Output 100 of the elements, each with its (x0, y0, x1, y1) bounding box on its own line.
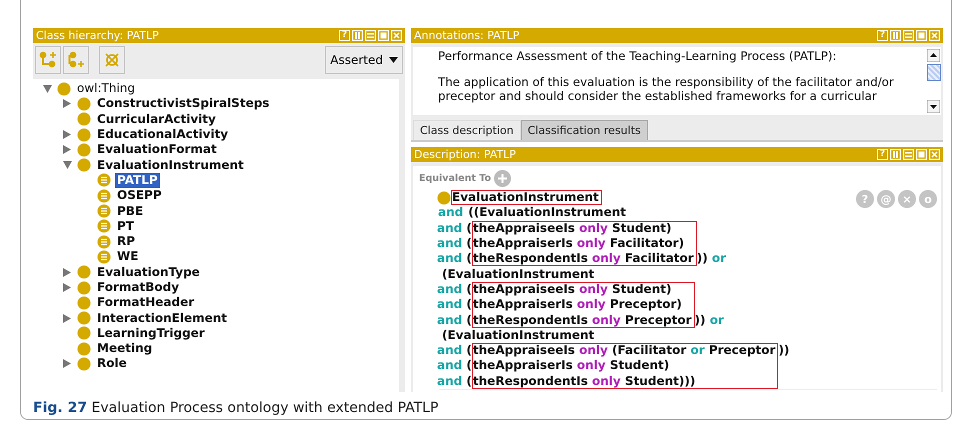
expanded-arrow-icon[interactable] (62, 161, 72, 170)
caret-icon (389, 57, 398, 63)
expression-text: (EvaluationInstrument (442, 266, 594, 282)
expression-text: )) or (694, 312, 724, 328)
delete-class-button[interactable] (99, 46, 125, 74)
expression-text: theRespondentIs only Student))) (472, 374, 696, 389)
tree-item[interactable]: OSEPP (115, 188, 164, 204)
tab[interactable]: Classification results (520, 120, 648, 140)
tree-item[interactable]: owl:Thing (75, 81, 138, 96)
minimize-icon[interactable] (903, 149, 914, 160)
scroll-down-icon[interactable] (927, 100, 940, 113)
class-icon (77, 158, 91, 172)
collapsed-arrow-icon[interactable] (63, 359, 71, 368)
crossed-node-icon (103, 51, 121, 69)
maximize-icon[interactable] (378, 30, 389, 41)
class-icon (77, 112, 91, 126)
defined-class-icon (97, 250, 111, 264)
class-icon (77, 142, 91, 157)
tree-item[interactable]: PATLP (115, 172, 160, 188)
expression-text: and ( (437, 297, 472, 312)
split-view-icon[interactable] (890, 149, 901, 160)
tree-item[interactable]: PBE (115, 204, 146, 219)
collapsed-arrow-icon[interactable] (63, 99, 71, 108)
tree-item[interactable]: EvaluationType (95, 264, 202, 280)
expression-text: theAppraiserIs only Preceptor) (472, 297, 682, 312)
minimize-icon[interactable] (903, 30, 914, 41)
expression-text: and (437, 205, 464, 220)
class-icon (77, 96, 91, 111)
panel-title: Class hierarchy: PATLP (36, 29, 160, 42)
collapsed-arrow-icon[interactable] (63, 268, 71, 277)
expression-text: and ( (437, 251, 472, 266)
close-icon[interactable] (391, 30, 402, 41)
tree-item[interactable]: EvaluationInstrument (95, 158, 246, 173)
scroll-thumb[interactable] (926, 64, 940, 81)
tab[interactable]: Class description (413, 120, 521, 140)
tree-item[interactable]: LearningTrigger (95, 326, 207, 341)
expression-text: EvaluationInstrument (452, 190, 599, 206)
collapsed-arrow-icon[interactable] (63, 145, 71, 154)
tree-item[interactable]: FormatBody (95, 280, 182, 295)
expression-text: theAppraiserIs only Student) (472, 358, 670, 374)
expression-text: and ( (437, 312, 472, 328)
close-icon[interactable] (929, 30, 940, 41)
split-view-icon[interactable] (352, 30, 363, 41)
tree-item[interactable]: CurricularActivity (95, 112, 218, 127)
expression-text: (EvaluationInstrument (442, 328, 594, 343)
collapsed-arrow-icon[interactable] (63, 283, 71, 292)
tree-item[interactable]: FormatHeader (95, 295, 196, 310)
annotation-text: The application of this evaluation is the responsibility of the facilitator and/or (438, 75, 895, 89)
expression-text: and ( (437, 358, 472, 374)
figure-caption: Fig. 27 Evaluation Process ontology with extended PATLP (33, 400, 440, 416)
expression-text: theAppraiserIs only Facilitator) (472, 236, 684, 252)
class-icon (77, 326, 91, 340)
node-pair-icon (67, 51, 85, 69)
panel-title: Annotations: PATLP (414, 29, 520, 42)
view-mode-dropdown[interactable]: Asserted (325, 46, 403, 74)
close-icon[interactable] (929, 149, 940, 160)
tree-item[interactable]: WE (115, 249, 140, 264)
tree-item[interactable]: EducationalActivity (95, 127, 230, 142)
add-icon[interactable] (494, 170, 511, 187)
defined-class-icon (97, 204, 111, 218)
expression-text: and ( (437, 374, 472, 389)
expression-text: and ( (437, 343, 472, 358)
expression-text: theAppraiseeIs only Student) (472, 220, 672, 236)
expression-text: and ( (437, 220, 472, 236)
class-icon (77, 296, 91, 310)
tree-item[interactable]: Role (95, 356, 129, 372)
expression-text: )) (778, 343, 790, 358)
add-sibling-button[interactable] (63, 46, 89, 74)
class-icon (77, 128, 91, 142)
scroll-up-icon[interactable] (927, 49, 940, 62)
split-view-icon[interactable] (890, 30, 901, 41)
tree-item[interactable]: PT (115, 218, 136, 234)
class-icon (77, 356, 91, 371)
class-icon (77, 280, 91, 294)
tree-item[interactable]: InteractionElement (95, 310, 230, 326)
tree-item[interactable]: Meeting (95, 341, 154, 356)
expression-text: theRespondentIs only Facilitator (472, 251, 694, 266)
class-icon (77, 342, 91, 356)
minimize-icon[interactable] (365, 30, 376, 41)
tree-item[interactable]: ConstructivistSpiralSteps (95, 96, 272, 112)
defined-class-icon (97, 234, 111, 249)
section-label: Equivalent To (419, 173, 491, 184)
scrollbar[interactable] (926, 47, 941, 115)
collapsed-arrow-icon[interactable] (63, 130, 71, 140)
maximize-icon[interactable] (916, 30, 927, 41)
tree-item[interactable]: RP (115, 234, 138, 250)
class-icon (77, 311, 91, 326)
tree-item[interactable]: EvaluationFormat (95, 142, 219, 158)
maximize-icon[interactable] (916, 149, 927, 160)
collapsed-arrow-icon[interactable] (63, 314, 71, 323)
expression-text: and ( (437, 236, 472, 252)
expanded-arrow-icon[interactable] (42, 84, 52, 93)
expression-text: ((EvaluationInstrument (468, 205, 626, 220)
expression-text: theAppraiseeIs only Student) (472, 282, 672, 297)
class-icon (57, 82, 71, 96)
annotation-text: Performance Assessment of the Teaching-Learning Process (PATLP): (438, 49, 838, 63)
annotation-text: preceptor and should consider the established frameworks for a curricular (438, 89, 878, 103)
defined-class-icon (97, 219, 111, 234)
add-subclass-button[interactable] (35, 46, 61, 74)
panel-title: Description: PATLP (414, 148, 517, 161)
